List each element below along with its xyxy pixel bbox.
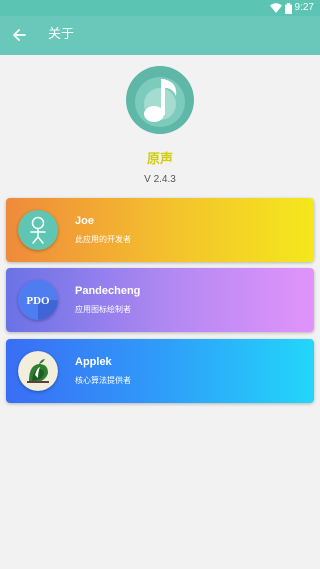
credit-role: 此应用的开发者: [75, 235, 131, 244]
applek-logo-avatar-icon: [18, 351, 58, 391]
credit-card-joe[interactable]: Joe 此应用的开发者: [6, 198, 314, 262]
status-bar: 9:27: [0, 0, 320, 16]
pdo-logo-avatar-icon: PDO: [18, 280, 58, 320]
stick-figure-avatar-icon: [18, 210, 58, 250]
avatar: PDO: [18, 280, 58, 320]
credit-name: Pandecheng: [75, 285, 141, 297]
credit-card-applek[interactable]: Applek 核心算法提供者: [6, 339, 314, 403]
arrow-left-icon: [13, 29, 26, 41]
credit-name: Applek: [75, 356, 112, 368]
music-note-icon: [126, 66, 194, 134]
battery-icon: [284, 2, 292, 14]
app-logo: [126, 66, 194, 134]
credit-name: Joe: [75, 215, 94, 227]
credit-card-pandecheng[interactable]: PDO Pandecheng 应用图标绘制者: [6, 268, 314, 332]
svg-text:PDO: PDO: [26, 295, 50, 307]
app-name: 原声: [146, 152, 173, 167]
app-bar: 关于: [0, 16, 320, 55]
credit-role: 核心算法提供者: [75, 376, 131, 385]
avatar: [18, 351, 58, 391]
status-time: 9:27: [294, 2, 314, 13]
app-version: V 2.4.3: [144, 174, 176, 185]
back-button[interactable]: [8, 24, 30, 46]
page-title: 关于: [48, 27, 75, 42]
credit-role: 应用图标绘制者: [75, 305, 131, 314]
wifi-icon: [269, 3, 282, 13]
status-icons: 9:27: [269, 2, 314, 14]
avatar: [18, 210, 58, 250]
